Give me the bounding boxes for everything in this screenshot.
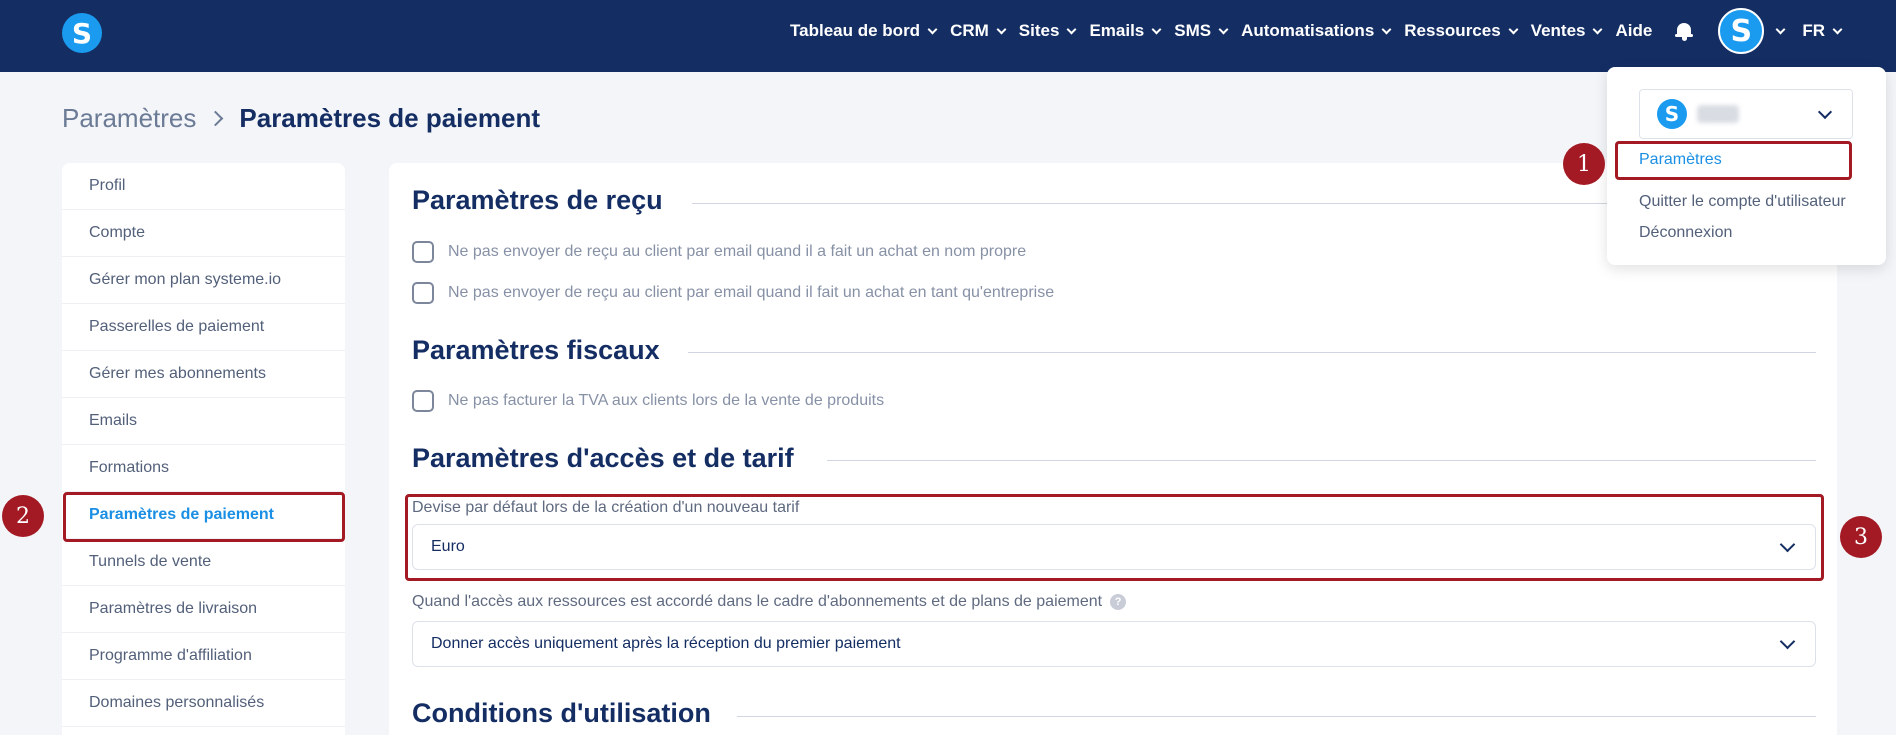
tax-option-1: Ne pas facturer la TVA aux clients lors …	[412, 390, 884, 412]
chevron-down-icon	[1593, 24, 1603, 34]
no-vat-checkbox[interactable]	[412, 390, 434, 412]
sidebar-item-tunnels[interactable]: Tunnels de vente	[62, 539, 345, 586]
highlight-parametres	[1615, 141, 1852, 180]
chevron-down-icon	[1832, 24, 1843, 34]
top-nav: S Tableau de bord CRM Sites Emails SMS A…	[0, 0, 1896, 72]
sidebar-item-passerelles[interactable]: Passerelles de paiement	[62, 304, 345, 351]
breadcrumb: Paramètres Paramètres de paiement	[62, 103, 540, 134]
nav-label: Sites	[1018, 21, 1060, 40]
systemeio-logo[interactable]: S	[62, 13, 102, 53]
nav-sms[interactable]: SMS	[1174, 21, 1229, 41]
nav-emails[interactable]: Emails	[1089, 21, 1162, 41]
section-title: Paramètres d'accès et de tarif	[412, 443, 794, 473]
annotation-marker-3: 3	[1840, 516, 1882, 558]
checkbox-label: Ne pas facturer la TVA aux clients lors …	[448, 392, 885, 409]
menu-item-quit-account[interactable]: Quitter le compte d'utilisateur	[1639, 193, 1846, 211]
chevron-down-icon	[927, 24, 938, 34]
avatar-menu-toggle[interactable]	[1768, 24, 1786, 34]
nav-crm[interactable]: CRM	[950, 21, 1007, 41]
section-divider	[688, 352, 1816, 353]
chevron-down-icon	[996, 24, 1007, 34]
nav-links: Tableau de bord CRM Sites Emails SMS Aut…	[776, 0, 1843, 62]
section-divider	[827, 460, 1816, 461]
section-tax: Paramètres fiscaux	[412, 335, 660, 366]
highlight-currency	[405, 494, 1824, 581]
access-value: Donner accès uniquement après la récepti…	[431, 635, 901, 652]
nav-sites[interactable]: Sites	[1018, 21, 1077, 41]
annotation-marker-1: 1	[1563, 143, 1605, 185]
nav-label: Tableau de bord	[790, 21, 921, 40]
bell-clapper	[1682, 37, 1688, 41]
sidebar-item-formations[interactable]: Formations	[62, 445, 345, 492]
section-title: Paramètres de reçu	[412, 185, 663, 215]
nav-label: Automatisations	[1241, 21, 1375, 40]
chevron-right-icon	[208, 110, 224, 127]
sidebar-item-plan[interactable]: Gérer mon plan systeme.io	[62, 257, 345, 304]
nav-tableau-de-bord[interactable]: Tableau de bord	[790, 21, 938, 41]
section-receipt: Paramètres de reçu	[412, 185, 663, 216]
settings-sidebar: Profil Compte Gérer mon plan systeme.io …	[62, 163, 345, 735]
bell-icon[interactable]	[1674, 21, 1694, 41]
chevron-down-icon	[1151, 24, 1162, 34]
language-selector[interactable]: FR	[1802, 21, 1843, 41]
receipt-option-1: Ne pas envoyer de reçu au client par ema…	[412, 241, 1026, 263]
nav-ressources[interactable]: Ressources	[1404, 21, 1519, 41]
nav-aide[interactable]: Aide	[1615, 21, 1652, 41]
access-select[interactable]: Donner accès uniquement après la récepti…	[412, 621, 1816, 667]
chevron-down-icon	[1066, 24, 1077, 34]
sidebar-item-livraison[interactable]: Paramètres de livraison	[62, 586, 345, 633]
receipt-individual-checkbox[interactable]	[412, 241, 434, 263]
page-title: Paramètres de paiement	[239, 103, 540, 133]
sidebar-item-abonnements[interactable]: Gérer mes abonnements	[62, 351, 345, 398]
chevron-down-icon	[1775, 24, 1786, 34]
nav-label: SMS	[1174, 21, 1212, 40]
chevron-down-icon	[1218, 24, 1229, 34]
nav-label: CRM	[950, 21, 989, 40]
nav-label: Ressources	[1404, 21, 1501, 40]
annotation-marker-2: 2	[2, 495, 44, 537]
chevron-down-icon	[1817, 104, 1833, 120]
sidebar-item-affiliation[interactable]: Programme d'affiliation	[62, 633, 345, 680]
chevron-down-icon	[1779, 633, 1796, 650]
chevron-down-icon	[1508, 24, 1519, 34]
section-title: Paramètres fiscaux	[412, 335, 660, 365]
user-avatar[interactable]: S	[1718, 8, 1765, 54]
nav-label: Ventes	[1530, 21, 1586, 40]
field-label-text: Quand l'accès aux ressources est accordé…	[412, 593, 1103, 610]
chevron-down-icon	[1381, 24, 1392, 34]
nav-automatisations[interactable]: Automatisations	[1241, 21, 1392, 41]
checkbox-label: Ne pas envoyer de reçu au client par ema…	[448, 284, 1055, 301]
section-divider	[737, 716, 1816, 717]
account-select[interactable]: S	[1639, 89, 1853, 139]
section-title: Conditions d'utilisation	[412, 698, 711, 728]
sidebar-item-profil[interactable]: Profil	[62, 163, 345, 210]
menu-item-logout[interactable]: Déconnexion	[1639, 224, 1732, 242]
highlight-sidebar-payment	[63, 492, 345, 542]
nav-label: Aide	[1615, 21, 1653, 40]
checkbox-label: Ne pas envoyer de reçu au client par ema…	[448, 243, 1027, 260]
language-label: FR	[1802, 21, 1825, 40]
sidebar-item-compte[interactable]: Compte	[62, 210, 345, 257]
section-terms: Conditions d'utilisation	[412, 698, 711, 729]
nav-ventes[interactable]: Ventes	[1530, 21, 1603, 41]
nav-label: Emails	[1089, 21, 1145, 40]
account-name-blurred	[1697, 105, 1739, 123]
help-icon[interactable]: ?	[1110, 594, 1127, 610]
receipt-company-checkbox[interactable]	[412, 282, 434, 304]
receipt-option-2: Ne pas envoyer de reçu au client par ema…	[412, 282, 1054, 304]
section-access: Paramètres d'accès et de tarif	[412, 443, 794, 474]
breadcrumb-root[interactable]: Paramètres	[62, 103, 196, 134]
access-label: Quand l'accès aux ressources est accordé…	[412, 593, 1127, 611]
account-logo: S	[1657, 99, 1687, 129]
sidebar-item-emails[interactable]: Emails	[62, 398, 345, 445]
sidebar-item-domaines[interactable]: Domaines personnalisés	[62, 680, 345, 727]
